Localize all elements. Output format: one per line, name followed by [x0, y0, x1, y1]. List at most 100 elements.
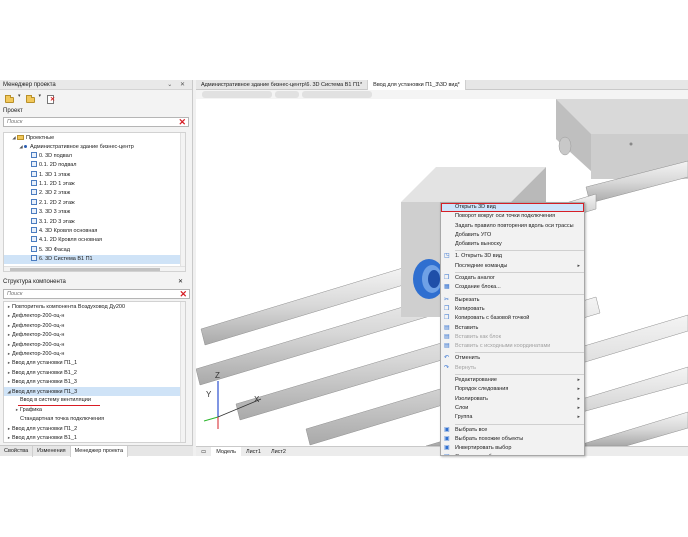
vertical-scrollbar[interactable] [180, 133, 185, 271]
structure-item[interactable]: ▸ Дефлектор-200-оц-н [4, 330, 185, 339]
project-search: ✕ [3, 117, 189, 127]
copy-icon: ❐ [444, 305, 450, 312]
menu-item-label: Вставить с исходными координатами [455, 343, 551, 350]
structure-item[interactable]: Стандартная точка подключения [4, 415, 185, 424]
structure-item-label: Ввод в систему вентиляции [20, 396, 91, 403]
structure-item[interactable]: ▸ Ввод для установки В1_2 [4, 368, 185, 377]
menu-item[interactable]: ↶ Отменить [441, 354, 584, 363]
structure-item[interactable]: ▸ Ввод для установки П1_2 [4, 424, 185, 433]
menu-item[interactable]: Изолировать ▸ [441, 395, 584, 404]
tab-3d-view[interactable]: Ввод для установки П1_3\3D вид* [368, 80, 466, 90]
structure-item[interactable]: ▸ Ввод для установки В1_1 [4, 433, 185, 442]
tree-item[interactable]: 0.1. 2D подвал [4, 161, 185, 170]
chevron-down-icon[interactable]: ▾ [39, 93, 42, 104]
project-search-input[interactable] [4, 118, 188, 126]
menu-item[interactable]: ▤ Вставить [441, 324, 584, 333]
clear-search-icon[interactable]: ✕ [178, 117, 186, 127]
structure-item[interactable]: ▸ Дефлектор-200-оц-н [4, 340, 185, 349]
tree-item-label: 0. 3D подвал [39, 152, 72, 159]
view-3d-icon [31, 245, 37, 252]
structure-item[interactable]: ▸ Дефлектор-200-оц-н [4, 349, 185, 358]
axis-x-label: X [254, 395, 260, 404]
tree-item[interactable]: 1.1. 2D 1 этаж [4, 179, 185, 189]
menu-item[interactable]: ❐ Копировать с базовой точкой [441, 314, 584, 323]
menu-item-label: Изолировать [455, 395, 488, 402]
new-folder-button[interactable] [3, 93, 15, 104]
tree-item[interactable]: 2. 3D 2 этаж [4, 189, 185, 198]
layout-icon[interactable]: ▭ [196, 447, 211, 457]
structure-item[interactable]: Ввод в систему вентиляции [4, 396, 185, 405]
panel-controls[interactable]: ⌄ ✕ [167, 80, 188, 90]
select-icon: ▣ [444, 435, 450, 442]
menu-item-label: Выбрать похожие объекты [455, 435, 524, 442]
tree-item[interactable]: 6. 3D Система В1 П1 [4, 255, 185, 265]
expand-icon[interactable]: ◢ [18, 142, 24, 151]
delete-button[interactable]: ✕ [44, 93, 56, 104]
menu-item[interactable]: ◳ 1. Открыть 3D вид [441, 252, 584, 261]
menu-item-label: Вернуть [455, 364, 476, 371]
close-icon[interactable]: ✕ [178, 278, 183, 285]
structure-item[interactable]: ◢Ввод для установки П1_3 [4, 386, 185, 396]
menu-item[interactable]: Слои ▸ [441, 404, 584, 413]
menu-item[interactable]: Порядок следования ▸ [441, 385, 584, 394]
block-icon: ▦ [444, 284, 450, 291]
structure-item-label: Ввод для установки В1_2 [12, 369, 77, 376]
menu-item[interactable]: ▣ Выбрать все [441, 426, 584, 435]
menu-item: ▤ Вставить с исходными координатами [441, 342, 584, 351]
tab-system[interactable]: Административное здание бизнес-центр\6. … [196, 80, 369, 90]
structure-item[interactable]: ▸ Ввод для установки П1_1 [4, 358, 185, 367]
structure-item-label: Дефлектор-200-оц-н [12, 350, 65, 357]
structure-item[interactable]: ▸ Повторитель компонента Воздуховод Ду200 [4, 302, 185, 311]
menu-item[interactable]: ▣ Отменить выбор [441, 453, 584, 455]
open-folder-button[interactable] [24, 93, 36, 104]
menu-item[interactable]: ❐ Копировать [441, 305, 584, 314]
model-tab[interactable]: Лист1 [241, 447, 266, 457]
menu-item[interactable]: Последние команды ▸ [441, 262, 584, 271]
tree-item[interactable]: 3. 3D 3 этаж [4, 208, 185, 217]
menu-item[interactable]: ▣ Выбрать похожие объекты [441, 435, 584, 444]
menu-item-label: Копировать [455, 305, 485, 312]
tree-item-label: 4. 3D Кровля основная [39, 227, 98, 234]
tree-item[interactable]: ◢ Проектные [4, 133, 185, 142]
tree-item[interactable]: 1. 3D 1 этаж [4, 170, 185, 180]
clear-search-icon[interactable]: ✕ [179, 289, 187, 299]
tree-item[interactable]: 5. 3D Фасад [4, 245, 185, 255]
tree-item[interactable]: 3.1. 2D 3 этаж [4, 217, 185, 227]
menu-item[interactable]: Поворот вокруг оси точки подключения [441, 212, 584, 221]
menu-item[interactable]: ❐ Создать аналог [441, 274, 584, 283]
structure-item[interactable]: ▸ Дефлектор-200-оц-н [4, 321, 185, 330]
tree-item[interactable]: ◢ Административное здание бизнес-центр [4, 142, 185, 151]
chevron-down-icon[interactable]: ▾ [18, 93, 21, 104]
menu-item-label: Редактирование [455, 377, 497, 384]
menu-item[interactable]: ▦ Создание блока... [441, 283, 584, 292]
structure-item[interactable]: ▸ Графика [4, 405, 185, 414]
menu-item[interactable]: Открыть 3D вид [441, 203, 584, 213]
breadcrumb-item[interactable] [275, 91, 299, 98]
menu-item[interactable]: Задать правило повторения вдоль оси трас… [441, 222, 584, 231]
panel-tab[interactable]: Изменения [33, 446, 71, 457]
tree-item[interactable]: 4. 3D Кровля основная [4, 226, 185, 236]
model-tab[interactable]: Лист2 [266, 447, 291, 457]
panel-tab[interactable]: Менеджер проекта [70, 446, 129, 457]
view-3d-icon [31, 189, 37, 196]
horizontal-scrollbar[interactable] [4, 266, 185, 271]
menu-item[interactable]: ▣ Инвертировать выбор [441, 444, 584, 453]
menu-item[interactable]: ✂ Вырезать [441, 296, 584, 305]
panel-tab[interactable]: Свойства [0, 446, 34, 457]
tree-item[interactable]: 0. 3D подвал [4, 151, 185, 161]
breadcrumb-item[interactable] [202, 91, 272, 98]
menu-item[interactable]: Редактирование ▸ [441, 376, 584, 385]
model-tab[interactable]: Модель [211, 447, 241, 457]
menu-item[interactable]: Добавить УГО [441, 231, 584, 240]
menu-item[interactable]: Группа ▸ [441, 413, 584, 422]
tree-item[interactable]: 4.1. 2D Кровля основная [4, 236, 185, 245]
structure-search-input[interactable] [4, 290, 189, 298]
menu-item[interactable]: Добавить выноску [441, 240, 584, 249]
tree-item[interactable]: 2.1. 2D 2 этаж [4, 198, 185, 208]
structure-item[interactable]: ▸ Дефлектор-200-оц-н [4, 311, 185, 320]
structure-item[interactable]: ▸ Ввод для установки В1_3 [4, 377, 185, 386]
vertical-scrollbar[interactable] [180, 302, 185, 442]
chevron-right-icon: ▸ [577, 404, 580, 411]
breadcrumb-item[interactable] [302, 91, 372, 98]
paste-icon: ▤ [444, 324, 450, 331]
